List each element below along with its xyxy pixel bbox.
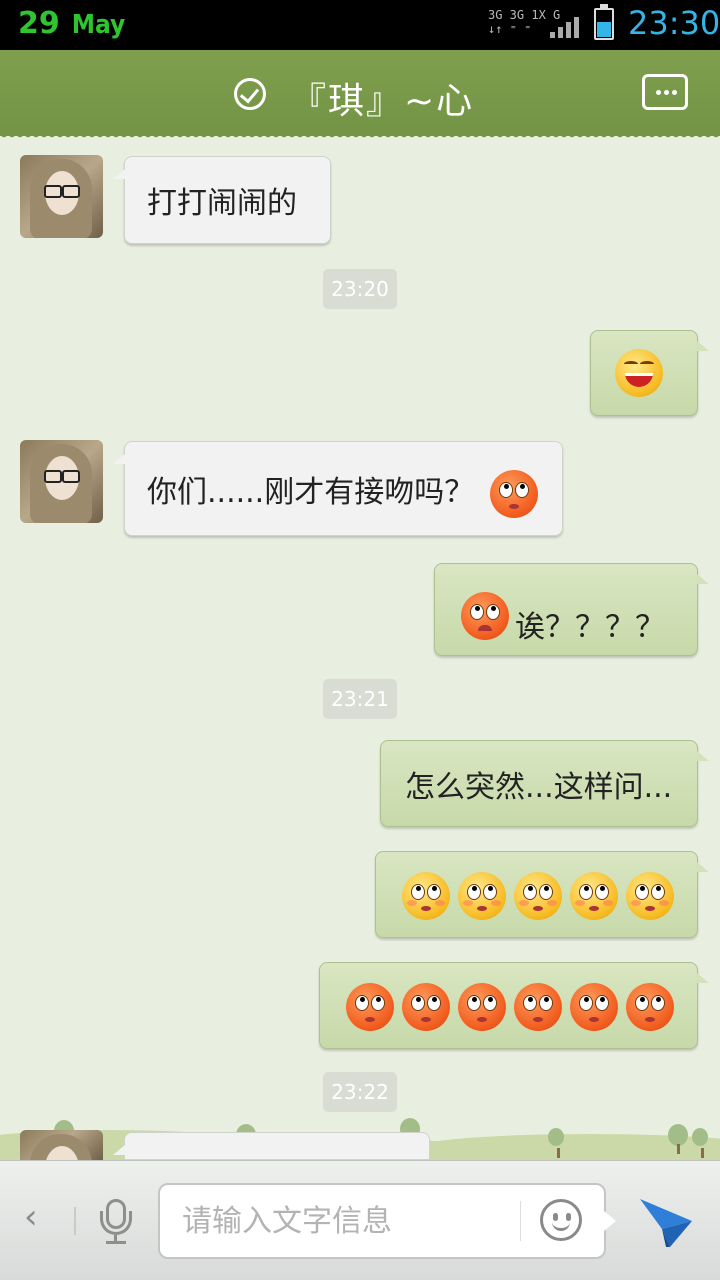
chat-header: 『琪』~心 [0,50,720,142]
input-bar: ‹ [0,1160,720,1280]
rolleyes-emoji-icon [570,872,618,920]
signal-icon [550,14,586,38]
message-bubble-outgoing[interactable]: 诶？？？？ [434,563,709,656]
microphone-icon[interactable] [98,1199,134,1245]
paper-plane-icon[interactable] [638,1195,694,1249]
message-bubble-incoming[interactable]: 你们......刚才有接吻吗？ [113,441,563,536]
sad-emoji-icon [461,592,509,640]
contact-avatar[interactable] [20,1130,103,1160]
status-day: 29 [18,6,60,41]
timestamp: 23:22 [323,1072,397,1112]
more-options-button[interactable] [642,74,688,110]
divider [520,1201,521,1241]
rolleyes-emoji-icon [458,983,506,1031]
chevron-left-icon[interactable]: ‹ [24,1197,38,1237]
chat-title: 『琪』~心 [290,81,475,122]
divider [74,1207,76,1235]
rolleyes-emoji-icon [458,872,506,920]
status-time: 23:30 [628,4,720,42]
smiley-icon[interactable] [540,1199,582,1241]
timestamp: 23:20 [323,269,397,309]
message-bubble-outgoing[interactable]: 怎么突然...这样问... [380,740,709,827]
timestamp: 23:21 [323,679,397,719]
message-bubble-outgoing[interactable] [319,962,709,1049]
status-bar: 29 May 3G 3G 1X G ↓↑ ⁼ ⁼ 23:30 [0,0,720,50]
rolleyes-emoji-icon [402,872,450,920]
status-month: May [71,10,126,40]
rolleyes-emoji-icon [402,983,450,1031]
contact-avatar[interactable] [20,155,103,238]
rolleyes-emoji-icon [490,470,538,518]
message-text: 打打闹闹的 [147,186,297,221]
message-input-field [158,1183,616,1259]
message-bubble-outgoing[interactable] [590,330,709,416]
message-input[interactable] [182,1199,502,1243]
status-date: 29 May [18,6,125,41]
message-bubble-incoming[interactable] [113,1132,430,1160]
online-check-icon [234,78,266,110]
rolleyes-emoji-icon [626,983,674,1031]
message-text: 你们......刚才有接吻吗？ [147,474,475,510]
rolleyes-emoji-icon [570,983,618,1031]
contact-avatar[interactable] [20,440,103,523]
battery-icon [594,4,614,40]
rolleyes-emoji-icon [514,872,562,920]
rolleyes-emoji-icon [346,983,394,1031]
message-text: 诶？？？？ [515,610,665,645]
rolleyes-emoji-icon [626,872,674,920]
grin-emoji-icon [615,349,663,397]
message-bubble-outgoing[interactable] [375,851,709,938]
message-text: 怎么突然...这样问... [405,769,673,805]
rolleyes-emoji-icon [514,983,562,1031]
message-bubble-incoming[interactable]: 打打闹闹的 [113,156,331,244]
